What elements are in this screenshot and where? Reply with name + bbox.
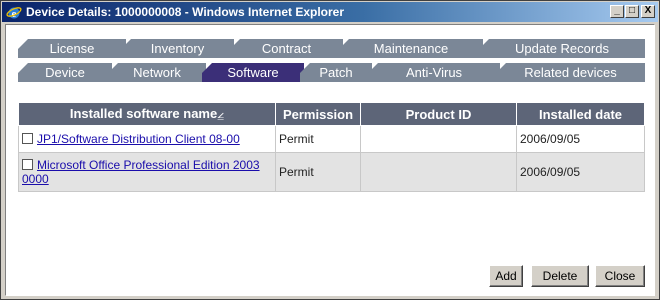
software-name-cell: Microsoft Office Professional Edition 20…: [18, 152, 276, 192]
tab-patch[interactable]: Patch: [300, 63, 372, 82]
tab-anti-virus[interactable]: Anti-Virus: [368, 63, 500, 82]
tab-contract[interactable]: Contract: [230, 39, 343, 58]
tab-software[interactable]: Software: [202, 63, 304, 82]
tab-maintenance[interactable]: Maintenance: [339, 39, 483, 58]
tab-device[interactable]: Device: [18, 63, 112, 82]
software-link[interactable]: JP1/Software Distribution Client 08-00: [37, 132, 240, 146]
product-id-cell: [360, 125, 517, 153]
column-header-software-name[interactable]: Installed software name⦤: [18, 102, 276, 126]
software-name-cell: JP1/Software Distribution Client 08-00: [18, 125, 276, 153]
window-close-button[interactable]: X: [641, 5, 655, 18]
installed-date-cell: 2006/09/05: [516, 152, 645, 192]
tab-row-top: License Inventory Contract Maintenance U…: [6, 39, 656, 58]
internet-explorer-icon: e: [6, 7, 22, 20]
delete-button[interactable]: Delete: [531, 265, 589, 287]
tab-network[interactable]: Network: [108, 63, 206, 82]
column-header-permission[interactable]: Permission: [275, 102, 361, 126]
add-button[interactable]: Add: [489, 265, 523, 287]
maximize-button[interactable]: □: [625, 5, 639, 18]
sort-indicator-icon: ⦤: [217, 107, 225, 121]
window-title: Device Details: 1000000008 - Windows Int…: [26, 5, 345, 19]
software-table-container: Installed software name⦤ Permission Prod…: [18, 102, 645, 192]
dialog-content: License Inventory Contract Maintenance U…: [5, 24, 655, 296]
row-checkbox[interactable]: [22, 159, 33, 170]
permission-cell: Permit: [275, 125, 361, 153]
product-id-cell: [360, 152, 517, 192]
column-header-installed-date[interactable]: Installed date: [516, 102, 645, 126]
tab-license[interactable]: License: [18, 39, 126, 58]
table-row: JP1/Software Distribution Client 08-00 P…: [18, 125, 645, 153]
tab-row-bottom: Device Network Software Patch Anti-Virus…: [6, 63, 656, 82]
title-bar: e Device Details: 1000000008 - Windows I…: [2, 2, 658, 22]
software-table: Installed software name⦤ Permission Prod…: [18, 102, 645, 192]
close-button[interactable]: Close: [595, 265, 645, 287]
row-checkbox[interactable]: [22, 133, 33, 144]
minimize-button[interactable]: _: [610, 5, 624, 18]
software-link[interactable]: Microsoft Office Professional Edition 20…: [22, 158, 260, 186]
installed-date-cell: 2006/09/05: [516, 125, 645, 153]
column-header-product-id[interactable]: Product ID: [360, 102, 517, 126]
table-header-row: Installed software name⦤ Permission Prod…: [18, 102, 645, 126]
tab-update-records[interactable]: Update Records: [479, 39, 645, 58]
tab-inventory[interactable]: Inventory: [121, 39, 234, 58]
tab-related-devices[interactable]: Related devices: [496, 63, 645, 82]
browser-window: e Device Details: 1000000008 - Windows I…: [0, 0, 660, 300]
permission-cell: Permit: [275, 152, 361, 192]
table-row: Microsoft Office Professional Edition 20…: [18, 152, 645, 192]
